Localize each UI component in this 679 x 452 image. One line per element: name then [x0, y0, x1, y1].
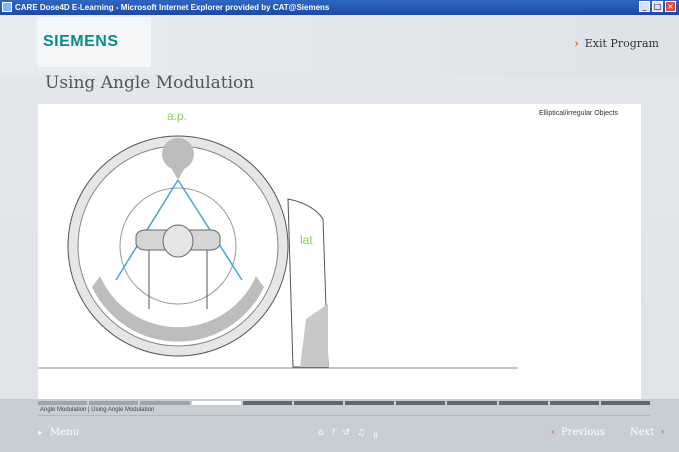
progress-segment[interactable] — [89, 401, 139, 405]
close-button[interactable]: × — [665, 1, 676, 12]
progress-segment[interactable] — [600, 401, 651, 405]
progress-segment[interactable] — [447, 401, 497, 405]
previous-label: Previous — [561, 427, 605, 438]
label-lat: lat — [300, 233, 313, 247]
side-panel-label: Elliptical/irregular Objects — [539, 110, 618, 117]
toolbar-icons: ⌂ ? ↺ ♫ ॥ — [318, 428, 378, 441]
progress-bar — [38, 401, 651, 405]
next-label: Next — [630, 427, 655, 438]
progress-segment[interactable] — [242, 401, 292, 405]
ie-icon — [2, 2, 12, 12]
maximize-button[interactable]: □ — [652, 1, 663, 12]
window-titlebar: CARE Dose4D E-Learning - Microsoft Inter… — [0, 0, 679, 15]
progress-segment[interactable] — [140, 401, 190, 405]
progress-segment[interactable] — [498, 401, 548, 405]
patient-head — [162, 224, 194, 258]
diagram-canvas — [38, 104, 528, 399]
footer-divider — [38, 415, 650, 416]
chevron-right-icon: ▸ — [38, 428, 43, 437]
menu-button[interactable]: ▸ Menu — [38, 427, 79, 438]
footer-bar: Angle Modulation | Using Angle Modulatio… — [0, 399, 679, 452]
breadcrumb: Angle Modulation | Using Angle Modulatio… — [40, 407, 155, 413]
progress-segment[interactable] — [345, 401, 395, 405]
page-title: Using Angle Modulation — [45, 73, 255, 93]
exit-program-link[interactable]: › Exit Program — [574, 37, 659, 50]
course-stage: SIEMENS › Exit Program Using Angle Modula… — [0, 15, 679, 452]
pause-icon[interactable]: ॥ — [372, 428, 377, 441]
menu-label: Menu — [50, 427, 80, 438]
chevron-left-icon: ‹ — [551, 427, 555, 438]
previous-button[interactable]: ‹ Previous — [551, 427, 605, 438]
chevron-right-icon: › — [574, 37, 579, 50]
progress-segment[interactable] — [191, 401, 241, 405]
progress-segment[interactable] — [396, 401, 446, 405]
siemens-logo: SIEMENS — [43, 33, 119, 50]
window-controls: _ □ × — [639, 1, 676, 12]
audio-icon[interactable]: ♫ — [357, 428, 365, 441]
ct-gantry-diagram — [38, 135, 518, 369]
next-button[interactable]: Next › — [630, 427, 664, 438]
minimize-button[interactable]: _ — [639, 1, 650, 12]
replay-icon[interactable]: ↺ — [343, 428, 351, 441]
progress-segment[interactable] — [549, 401, 599, 405]
chevron-right-icon: › — [660, 427, 665, 438]
xray-tube — [162, 138, 194, 170]
label-ap: a.p. — [167, 109, 188, 123]
progress-segment[interactable] — [293, 401, 344, 405]
exit-label: Exit Program — [584, 37, 659, 50]
help-icon[interactable]: ? — [331, 428, 336, 441]
home-icon[interactable]: ⌂ — [318, 428, 324, 441]
progress-segment[interactable] — [38, 401, 88, 405]
side-panel: Elliptical/irregular Objects — [528, 104, 641, 399]
window-title: CARE Dose4D E-Learning - Microsoft Inter… — [15, 3, 330, 12]
